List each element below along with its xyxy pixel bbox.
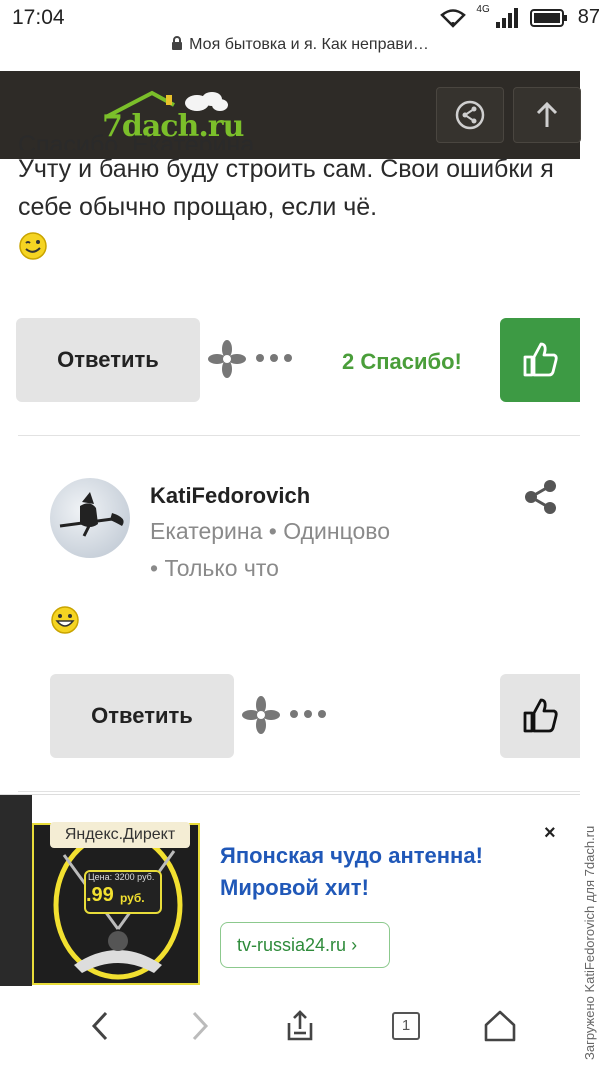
ad-title[interactable]: Японская чудо антенна! Мировой хит! [220, 840, 550, 904]
ad-price-unit: руб. [120, 891, 145, 905]
chevron-right-icon [192, 1011, 209, 1041]
status-time: 17:04 [12, 6, 65, 29]
home-button[interactable] [480, 1006, 520, 1046]
smiley-icon [51, 606, 79, 634]
ad-link-button[interactable]: tv-russia24.ru › [220, 922, 390, 968]
tabs-button[interactable]: 1 [386, 1006, 426, 1046]
like-button[interactable] [500, 674, 580, 758]
witch-icon [59, 492, 124, 537]
user-city: Одинцово [283, 518, 391, 544]
page-title: Моя бытовка и я. Как неправи… [189, 36, 429, 53]
chevron-right-icon: › [351, 935, 358, 955]
more-options-icon[interactable] [290, 710, 326, 718]
ad-source-label: Яндекс.Директ [50, 822, 190, 848]
wink-smiley-icon [19, 232, 47, 261]
flower-icon[interactable] [242, 696, 280, 734]
status-icons: 4G 87 [440, 4, 600, 29]
previous-comment-text: Спасибо, Екатерина. Учту и баню буду стр… [18, 131, 578, 264]
partial-line: Спасибо, Екатерина. [18, 131, 262, 150]
back-button[interactable] [80, 1006, 120, 1046]
thumbs-up-icon [523, 342, 558, 377]
signal-icon [495, 7, 518, 28]
ad-link-text: tv-russia24.ru [237, 935, 347, 955]
avatar[interactable] [50, 478, 130, 558]
user-meta: Екатерина • Одинцово [150, 518, 390, 545]
chevron-left-icon [91, 1011, 108, 1041]
battery-icon [529, 8, 567, 27]
ad-price-old: Цена: 3200 руб. [88, 872, 155, 882]
address-bar[interactable]: Моя бытовка и я. Как неправи… [0, 36, 600, 70]
more-options-icon[interactable] [256, 354, 292, 362]
forward-button[interactable] [180, 1006, 220, 1046]
like-button-active[interactable] [500, 318, 580, 402]
thumbs-up-icon [523, 698, 558, 733]
comment-time: • Только что [150, 555, 279, 581]
status-bar: 17:04 4G 87 [0, 0, 600, 36]
username[interactable]: KatiFedorovich [150, 483, 310, 509]
share-upload-icon [287, 1010, 313, 1041]
arrow-up-icon [536, 102, 558, 127]
divider [18, 791, 580, 792]
browser-bottom-nav: 1 [0, 986, 580, 1066]
share-page-button[interactable] [280, 1006, 320, 1046]
ad-price-new: .99 [86, 884, 114, 906]
divider [18, 435, 580, 436]
network-type: 4G [476, 4, 490, 15]
user-name: Екатерина [150, 518, 263, 544]
ad-side-strip [0, 795, 32, 987]
lock-icon [172, 36, 183, 50]
wifi-icon [440, 8, 467, 28]
home-icon [484, 1010, 516, 1042]
flower-icon[interactable] [208, 340, 246, 378]
watermark: Загружено KatiFedorovich для 7dach.ru [582, 825, 597, 1060]
comment-share-icon[interactable] [522, 478, 560, 516]
thanks-count: 2 Спасибо! [342, 349, 462, 374]
comment-body: Учту и баню буду строить сам. Свои ошибк… [18, 155, 554, 221]
tabs-count: 1 [392, 1012, 420, 1040]
battery-level: 87 [577, 6, 600, 28]
meta-separator: • [262, 518, 284, 544]
reply-button[interactable]: Ответить [16, 318, 200, 402]
reply-button[interactable]: Ответить [50, 674, 234, 758]
